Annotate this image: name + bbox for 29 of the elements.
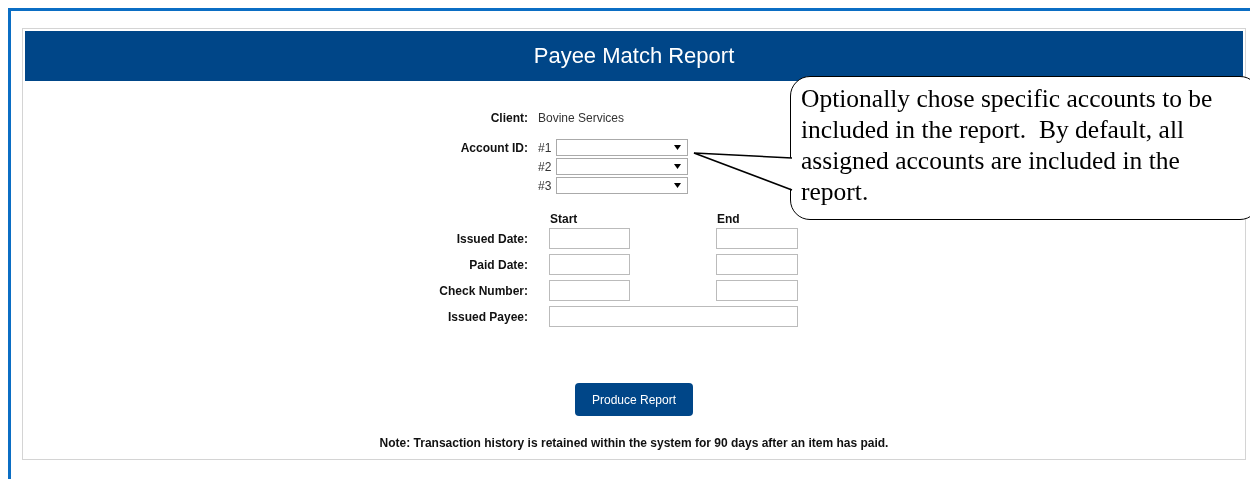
start-field[interactable] — [549, 228, 630, 249]
produce-report-button[interactable]: Produce Report — [575, 383, 693, 416]
field-label: Account ID: — [459, 140, 528, 157]
field-label: Paid Date: — [468, 257, 528, 272]
account-dropdown[interactable] — [556, 177, 688, 194]
field-label: Client: — [489, 111, 528, 125]
end-field[interactable] — [716, 228, 798, 249]
column-header: Start — [549, 212, 579, 226]
end-field[interactable] — [716, 254, 798, 275]
report-title: Payee Match Report — [533, 43, 735, 69]
text-field[interactable] — [549, 306, 798, 327]
select-number: #3 — [538, 178, 553, 193]
caret-icon — [674, 145, 681, 150]
callout-text: Optionally chose specific accounts to be included in the report. By default, all assigned accounts are included in the report. — [801, 83, 1214, 207]
note-text: Note: Transaction history is retained within the system for 90 days after an item has paid. — [378, 436, 890, 450]
account-dropdown[interactable] — [556, 139, 688, 156]
client-name: Bovine Services — [538, 111, 626, 125]
caret-icon — [674, 164, 681, 169]
field-label: Issued Date: — [455, 231, 528, 246]
column-header: End — [716, 212, 741, 226]
select-number: #2 — [538, 159, 553, 174]
select-number: #1 — [538, 140, 553, 155]
end-field[interactable] — [716, 280, 798, 301]
caret-icon — [674, 183, 681, 188]
start-field[interactable] — [549, 280, 630, 301]
start-field[interactable] — [549, 254, 630, 275]
account-dropdown[interactable] — [556, 158, 688, 175]
field-label: Issued Payee: — [446, 309, 528, 324]
field-label: Check Number: — [438, 283, 528, 298]
